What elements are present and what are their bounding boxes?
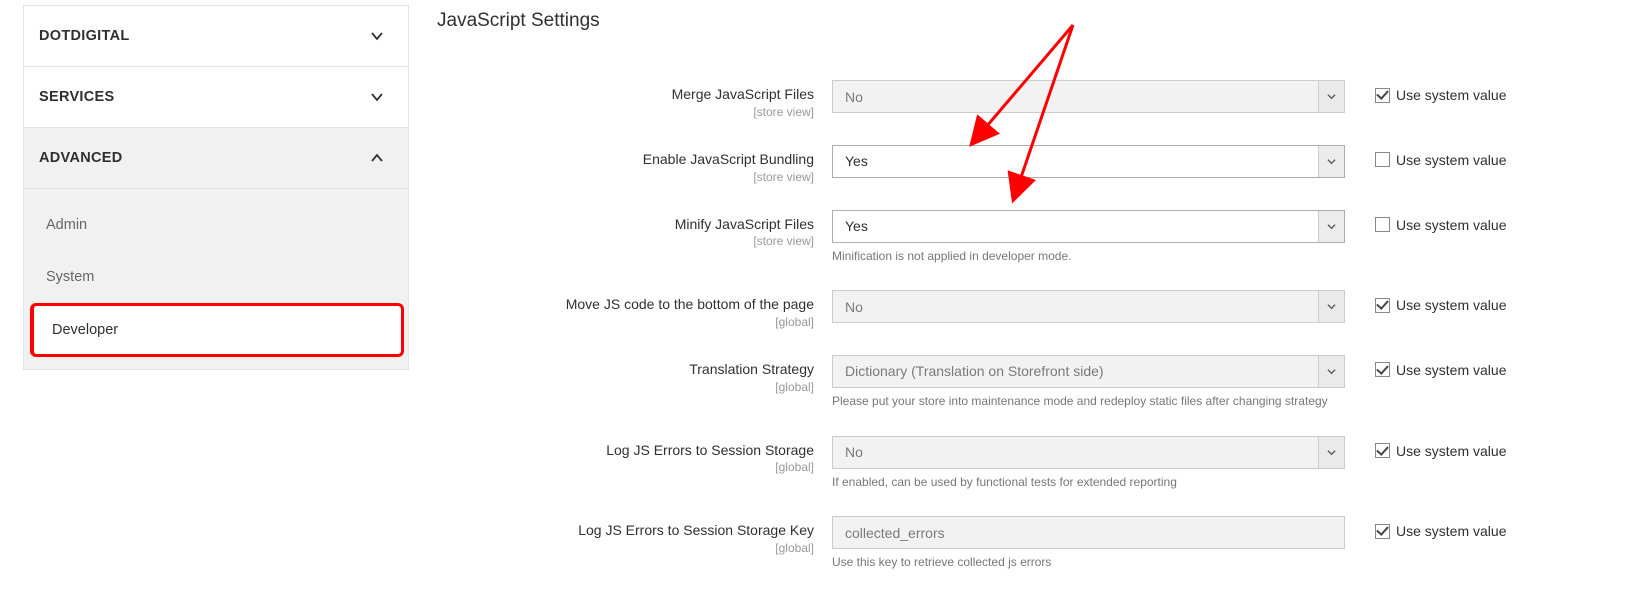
field-label: Log JS Errors to Session Storage Key bbox=[437, 522, 814, 539]
use-system-checkbox[interactable] bbox=[1375, 362, 1390, 377]
field-label: Minify JavaScript Files bbox=[437, 216, 814, 233]
sidebar-item-admin[interactable]: Admin bbox=[24, 199, 408, 251]
use-system-col: Use system value bbox=[1345, 290, 1506, 313]
select-value: No bbox=[833, 299, 1318, 315]
use-system-label: Use system value bbox=[1396, 217, 1506, 233]
label-col: Merge JavaScript Files [store view] bbox=[437, 80, 832, 119]
sidebar-item-system[interactable]: System bbox=[24, 251, 408, 303]
field-note: Use this key to retrieve collected js er… bbox=[832, 555, 1345, 571]
select-value: Dictionary (Translation on Storefront si… bbox=[833, 363, 1318, 379]
sidebar-sub-advanced: Admin System Developer bbox=[24, 189, 408, 369]
setting-log-js: Log JS Errors to Session Storage [global… bbox=[437, 436, 1627, 491]
sidebar-item-label: Admin bbox=[46, 217, 87, 233]
scope-label: [global] bbox=[437, 541, 814, 555]
control-col: collected_errors Use this key to retriev… bbox=[832, 516, 1345, 571]
field-label: Enable JavaScript Bundling bbox=[437, 151, 814, 168]
sidebar-section-dotdigital[interactable]: DOTDIGITAL bbox=[24, 6, 408, 67]
dropdown-arrow-icon bbox=[1318, 291, 1344, 322]
field-note: Minification is not applied in developer… bbox=[832, 249, 1345, 265]
use-system-checkbox[interactable] bbox=[1375, 298, 1390, 313]
select-value: No bbox=[833, 89, 1318, 105]
use-system-checkbox[interactable] bbox=[1375, 443, 1390, 458]
sidebar-section-label: ADVANCED bbox=[39, 150, 123, 166]
scope-label: [store view] bbox=[437, 170, 814, 184]
dropdown-arrow-icon bbox=[1318, 146, 1344, 177]
use-system-checkbox[interactable] bbox=[1375, 217, 1390, 232]
log-js-key-input: collected_errors bbox=[832, 516, 1345, 549]
chevron-down-icon bbox=[370, 90, 384, 104]
input-value: collected_errors bbox=[833, 525, 1344, 541]
use-system-col: Use system value bbox=[1345, 145, 1506, 168]
scope-label: [store view] bbox=[437, 105, 814, 119]
use-system-col: Use system value bbox=[1345, 210, 1506, 233]
sidebar-section-label: DOTDIGITAL bbox=[39, 28, 130, 44]
field-label: Log JS Errors to Session Storage bbox=[437, 442, 814, 459]
sidebar-section-advanced[interactable]: ADVANCED bbox=[24, 128, 408, 189]
scope-label: [store view] bbox=[437, 234, 814, 248]
use-system-label: Use system value bbox=[1396, 362, 1506, 378]
move-js-select: No bbox=[832, 290, 1345, 323]
field-label: Move JS code to the bottom of the page bbox=[437, 296, 814, 313]
dropdown-arrow-icon bbox=[1318, 437, 1344, 468]
sidebar-section-services[interactable]: SERVICES bbox=[24, 67, 408, 128]
chevron-down-icon bbox=[370, 29, 384, 43]
scope-label: [global] bbox=[437, 460, 814, 474]
use-system-label: Use system value bbox=[1396, 443, 1506, 459]
use-system-col: Use system value bbox=[1345, 436, 1506, 459]
use-system-label: Use system value bbox=[1396, 297, 1506, 313]
setting-move-js: Move JS code to the bottom of the page [… bbox=[437, 290, 1627, 329]
use-system-checkbox[interactable] bbox=[1375, 152, 1390, 167]
use-system-col: Use system value bbox=[1345, 516, 1506, 539]
setting-minify: Minify JavaScript Files [store view] Yes… bbox=[437, 210, 1627, 265]
setting-log-js-key: Log JS Errors to Session Storage Key [gl… bbox=[437, 516, 1627, 571]
use-system-col: Use system value bbox=[1345, 80, 1506, 103]
scope-label: [global] bbox=[437, 315, 814, 329]
sidebar-section-label: SERVICES bbox=[39, 89, 114, 105]
minify-select[interactable]: Yes bbox=[832, 210, 1345, 243]
field-label: Merge JavaScript Files bbox=[437, 86, 814, 103]
sidebar-item-label: Developer bbox=[52, 322, 118, 338]
label-col: Translation Strategy [global] bbox=[437, 355, 832, 394]
use-system-checkbox[interactable] bbox=[1375, 524, 1390, 539]
use-system-label: Use system value bbox=[1396, 87, 1506, 103]
label-col: Enable JavaScript Bundling [store view] bbox=[437, 145, 832, 184]
field-note: If enabled, can be used by functional te… bbox=[832, 475, 1345, 491]
label-col: Log JS Errors to Session Storage Key [gl… bbox=[437, 516, 832, 555]
merge-js-select: No bbox=[832, 80, 1345, 113]
use-system-label: Use system value bbox=[1396, 523, 1506, 539]
config-sidebar: DOTDIGITAL SERVICES ADVANCED Admin Syste… bbox=[23, 5, 409, 370]
settings-panel: JavaScript Settings Merge JavaScript Fil… bbox=[437, 10, 1627, 597]
setting-bundling: Enable JavaScript Bundling [store view] … bbox=[437, 145, 1627, 184]
sidebar-item-label: System bbox=[46, 269, 94, 285]
control-col: No bbox=[832, 80, 1345, 113]
dropdown-arrow-icon bbox=[1318, 211, 1344, 242]
use-system-checkbox[interactable] bbox=[1375, 88, 1390, 103]
control-col: No bbox=[832, 290, 1345, 323]
scope-label: [global] bbox=[437, 380, 814, 394]
control-col: No If enabled, can be used by functional… bbox=[832, 436, 1345, 491]
section-title: JavaScript Settings bbox=[437, 10, 1627, 32]
select-value: No bbox=[833, 444, 1318, 460]
select-value: Yes bbox=[833, 153, 1318, 169]
dropdown-arrow-icon bbox=[1318, 81, 1344, 112]
label-col: Log JS Errors to Session Storage [global… bbox=[437, 436, 832, 475]
control-col: Dictionary (Translation on Storefront si… bbox=[832, 355, 1345, 410]
log-js-select: No bbox=[832, 436, 1345, 469]
chevron-up-icon bbox=[370, 151, 384, 165]
translation-select: Dictionary (Translation on Storefront si… bbox=[832, 355, 1345, 388]
use-system-col: Use system value bbox=[1345, 355, 1506, 378]
sidebar-item-developer[interactable]: Developer bbox=[30, 303, 404, 357]
bundling-select[interactable]: Yes bbox=[832, 145, 1345, 178]
field-label: Translation Strategy bbox=[437, 361, 814, 378]
label-col: Move JS code to the bottom of the page [… bbox=[437, 290, 832, 329]
control-col: Yes Minification is not applied in devel… bbox=[832, 210, 1345, 265]
setting-merge-js: Merge JavaScript Files [store view] No U… bbox=[437, 80, 1627, 119]
setting-translation: Translation Strategy [global] Dictionary… bbox=[437, 355, 1627, 410]
select-value: Yes bbox=[833, 218, 1318, 234]
dropdown-arrow-icon bbox=[1318, 356, 1344, 387]
label-col: Minify JavaScript Files [store view] bbox=[437, 210, 832, 249]
use-system-label: Use system value bbox=[1396, 152, 1506, 168]
field-note: Please put your store into maintenance m… bbox=[832, 394, 1345, 410]
control-col: Yes bbox=[832, 145, 1345, 178]
